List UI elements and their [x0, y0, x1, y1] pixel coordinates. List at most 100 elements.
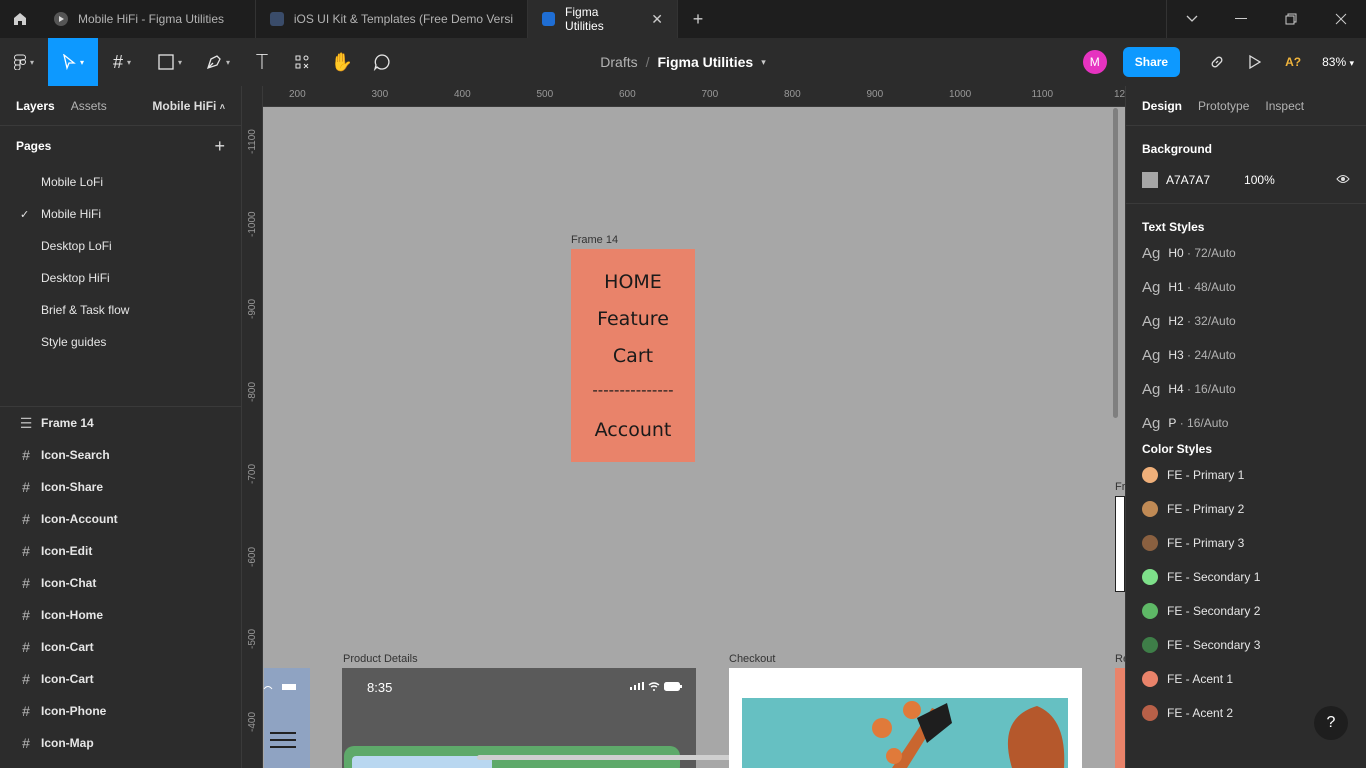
product-details-label[interactable]: Product Details: [343, 653, 418, 665]
pen-tool-button[interactable]: ▾: [194, 38, 242, 86]
partial-frame-label-re[interactable]: Re: [1115, 653, 1125, 665]
page-item[interactable]: ✓ Mobile HiFi: [0, 198, 241, 230]
tab-mobile-hifi[interactable]: Mobile HiFi - Figma Utilities: [40, 0, 256, 38]
close-icon[interactable]: ✕: [651, 11, 663, 28]
layer-item[interactable]: # Icon-Home: [0, 599, 241, 631]
canvas[interactable]: 200 300 400 500 600 700 800 900 1000 1100 120 -110…: [242, 86, 1125, 768]
partial-frame-label-fr[interactable]: Fr: [1115, 481, 1125, 493]
layer-item[interactable]: # Icon-Chat: [0, 567, 241, 599]
comment-icon: [373, 54, 390, 71]
checkout-label[interactable]: Checkout: [729, 653, 775, 665]
layer-item-label: Icon-Edit: [41, 544, 93, 558]
minimize-icon[interactable]: [1216, 0, 1266, 38]
background-row[interactable]: A7A7A7 100%: [1126, 164, 1366, 196]
tab-ios-ui-kit[interactable]: iOS UI Kit & Templates (Free Demo Versio…: [256, 0, 528, 38]
home-button[interactable]: [0, 0, 40, 38]
tab-figma-utilities[interactable]: Figma Utilities ✕: [528, 0, 678, 38]
layer-item[interactable]: # Icon-Map: [0, 727, 241, 759]
skateboard-image: [742, 698, 1068, 768]
layer-item[interactable]: # Icon-Cart: [0, 663, 241, 695]
layer-item[interactable]: # Icon-Search: [0, 439, 241, 471]
share-button[interactable]: Share: [1122, 47, 1181, 77]
add-page-button[interactable]: +: [214, 136, 225, 157]
product-details-frame[interactable]: 8:35: [342, 668, 696, 768]
hand-tool-button[interactable]: ✋: [322, 38, 362, 86]
text-style-meta: · 32/Auto: [1183, 314, 1236, 328]
partial-frame-left[interactable]: [263, 668, 310, 768]
text-style-item[interactable]: Ag H4 · 16/Auto: [1126, 372, 1366, 406]
chevron-down-icon[interactable]: ▾: [761, 57, 766, 68]
file-name[interactable]: Figma Utilities: [658, 54, 754, 70]
page-item[interactable]: Mobile LoFi: [0, 166, 241, 198]
frame-tool-button[interactable]: # ▾: [98, 38, 146, 86]
layer-item[interactable]: # Icon-Account: [0, 503, 241, 535]
breadcrumb-project[interactable]: Drafts: [600, 54, 637, 70]
page-item[interactable]: Desktop HiFi: [0, 262, 241, 294]
window-close-icon[interactable]: [1316, 0, 1366, 38]
page-item[interactable]: Brief & Task flow: [0, 294, 241, 326]
text-style-item[interactable]: Ag H2 · 32/Auto: [1126, 304, 1366, 338]
play-icon[interactable]: [1236, 55, 1274, 69]
ruler-tick-label: 300: [371, 89, 389, 100]
text-style-item[interactable]: Ag H0 · 72/Auto: [1126, 236, 1366, 270]
main-menu-button[interactable]: ▾: [0, 38, 48, 86]
chevron-down-icon[interactable]: [1166, 0, 1216, 38]
color-style-item[interactable]: FE - Primary 2: [1126, 492, 1366, 526]
pages-header: Pages +: [0, 126, 241, 166]
tab-prototype[interactable]: Prototype: [1198, 99, 1249, 113]
text-style-item[interactable]: Ag H1 · 48/Auto: [1126, 270, 1366, 304]
color-style-item[interactable]: FE - Primary 3: [1126, 526, 1366, 560]
tab-layers[interactable]: Layers: [16, 99, 55, 113]
color-style-item[interactable]: FE - Secondary 3: [1126, 628, 1366, 662]
link-icon[interactable]: [1198, 54, 1236, 70]
page-item[interactable]: Desktop LoFi: [0, 230, 241, 262]
chevron-down-icon: ▾: [177, 57, 182, 67]
ruler-tick-label: 500: [536, 89, 554, 100]
background-swatch[interactable]: [1142, 172, 1158, 188]
text-style-item[interactable]: Ag H3 · 24/Auto: [1126, 338, 1366, 372]
partial-frame-right[interactable]: [1115, 496, 1125, 592]
page-item[interactable]: Style guides: [0, 326, 241, 358]
color-style-item[interactable]: FE - Secondary 2: [1126, 594, 1366, 628]
comment-tool-button[interactable]: [362, 38, 402, 86]
page-selector[interactable]: Mobile HiFi ˄: [152, 99, 225, 113]
layer-item[interactable]: # Icon-Cart: [0, 631, 241, 663]
resources-button[interactable]: [282, 38, 322, 86]
frame-14[interactable]: HOME Feature Cart --------------- Accoun…: [571, 249, 695, 462]
text-style-preview: Ag: [1142, 346, 1161, 364]
help-button[interactable]: ?: [1314, 706, 1348, 740]
color-style-item[interactable]: FE - Secondary 1: [1126, 560, 1366, 594]
layer-item[interactable]: # Icon-Phone: [0, 695, 241, 727]
toolbar: ▾ ▾ # ▾ ▾ ▾ T ✋ Drafts / Figma Utilities …: [0, 38, 1366, 86]
eye-icon[interactable]: [1336, 173, 1350, 187]
frame-14-label[interactable]: Frame 14: [571, 234, 618, 246]
text-tool-button[interactable]: T: [242, 38, 282, 86]
checkout-frame[interactable]: [729, 668, 1082, 768]
page-item-label: Brief & Task flow: [41, 303, 130, 317]
maximize-icon[interactable]: [1266, 0, 1316, 38]
partial-frame-right-2[interactable]: [1115, 668, 1125, 768]
hamburger-icon[interactable]: [270, 730, 298, 750]
vertical-scrollbar[interactable]: [1113, 108, 1118, 418]
missing-fonts-button[interactable]: A?: [1274, 55, 1312, 69]
menu-home: HOME: [604, 271, 662, 293]
avatar[interactable]: M: [1082, 50, 1107, 74]
move-tool-button[interactable]: ▾: [48, 38, 98, 86]
tab-inspect[interactable]: Inspect: [1265, 99, 1304, 113]
color-style-item[interactable]: FE - Primary 1: [1126, 458, 1366, 492]
tab-assets[interactable]: Assets: [71, 99, 107, 113]
text-style-item[interactable]: Ag P · 16/Auto: [1126, 406, 1366, 440]
layer-item[interactable]: ☰ Frame 14: [0, 407, 241, 439]
tab-design[interactable]: Design: [1142, 99, 1182, 113]
background-opacity[interactable]: 100%: [1244, 173, 1275, 187]
layer-item[interactable]: # Icon-Share: [0, 471, 241, 503]
pen-icon: [206, 55, 221, 70]
color-style-item[interactable]: FE - Acent 1: [1126, 662, 1366, 696]
layer-item[interactable]: # Icon-Edit: [0, 535, 241, 567]
shape-tool-button[interactable]: ▾: [146, 38, 194, 86]
background-hex[interactable]: A7A7A7: [1166, 173, 1210, 187]
zoom-level[interactable]: 83% ▾: [1322, 55, 1354, 69]
menu-cart: Cart: [612, 345, 654, 367]
new-tab-button[interactable]: +: [678, 0, 718, 38]
page-item-label: Style guides: [41, 335, 107, 349]
